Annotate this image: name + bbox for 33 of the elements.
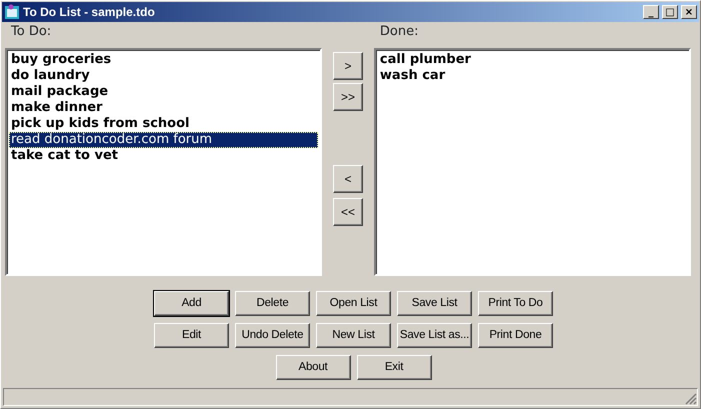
list-item[interactable]: pick up kids from school — [9, 116, 318, 132]
list-label: To Do: — [10, 23, 52, 41]
window-title: To Do List - sample.tdo — [23, 4, 156, 21]
app-icon — [4, 4, 20, 20]
list-item[interactable]: mail package — [9, 84, 318, 100]
action-button[interactable]: Print To Do — [478, 291, 553, 316]
minimize-button[interactable]: _ — [643, 5, 659, 19]
list-item[interactable]: read donationcoder.com forum — [9, 132, 318, 148]
action-button[interactable]: Save List as... — [397, 323, 472, 348]
list-item[interactable]: wash car — [378, 68, 687, 84]
move-button[interactable]: >> — [333, 83, 363, 111]
action-button[interactable]: Open List — [316, 291, 391, 316]
close-button[interactable]: × — [681, 5, 697, 19]
list-item[interactable]: take cat to vet — [9, 148, 318, 164]
list-item[interactable]: buy groceries — [9, 52, 318, 68]
maximize-button[interactable]: □ — [662, 5, 678, 19]
action-button[interactable]: Exit — [356, 355, 432, 380]
action-button[interactable]: Print Done — [478, 323, 553, 348]
resize-grip-icon[interactable] — [685, 393, 697, 405]
move-button[interactable]: << — [333, 198, 363, 226]
list-label: Done: — [378, 23, 420, 41]
list-item[interactable]: make dinner — [9, 100, 318, 116]
action-button[interactable]: Save List — [397, 291, 472, 316]
action-button[interactable]: Add — [154, 291, 229, 316]
action-button[interactable]: Undo Delete — [235, 323, 310, 348]
action-button[interactable]: About — [276, 355, 350, 380]
move-button[interactable]: < — [333, 165, 363, 193]
list-item[interactable]: do laundry — [9, 68, 318, 84]
action-button[interactable]: Edit — [154, 323, 229, 348]
move-button[interactable]: > — [333, 52, 363, 80]
action-button[interactable]: New List — [316, 323, 391, 348]
list-item[interactable]: call plumber — [378, 52, 687, 68]
action-button[interactable]: Delete — [235, 291, 310, 316]
